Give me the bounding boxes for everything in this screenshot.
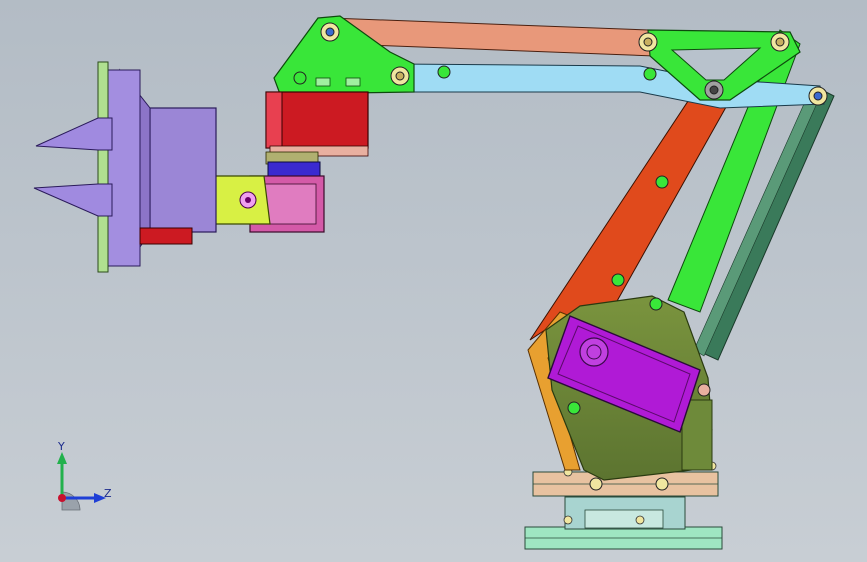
y-axis-arrow [57, 452, 67, 464]
gripper-rail [97, 61, 109, 273]
gripper-assembly [33, 61, 217, 273]
gripper-finger-lower [33, 183, 113, 217]
y-axis-label: Y [57, 440, 65, 453]
triad-origin [58, 494, 66, 502]
z-axis-label: Z [104, 487, 112, 500]
triad-cone [61, 491, 81, 511]
cad-viewport[interactable]: Y Z [0, 0, 867, 562]
coordinate-triad: Y Z [57, 440, 112, 511]
wrist-red-motor [265, 91, 369, 165]
gripper-finger-upper [35, 117, 113, 151]
